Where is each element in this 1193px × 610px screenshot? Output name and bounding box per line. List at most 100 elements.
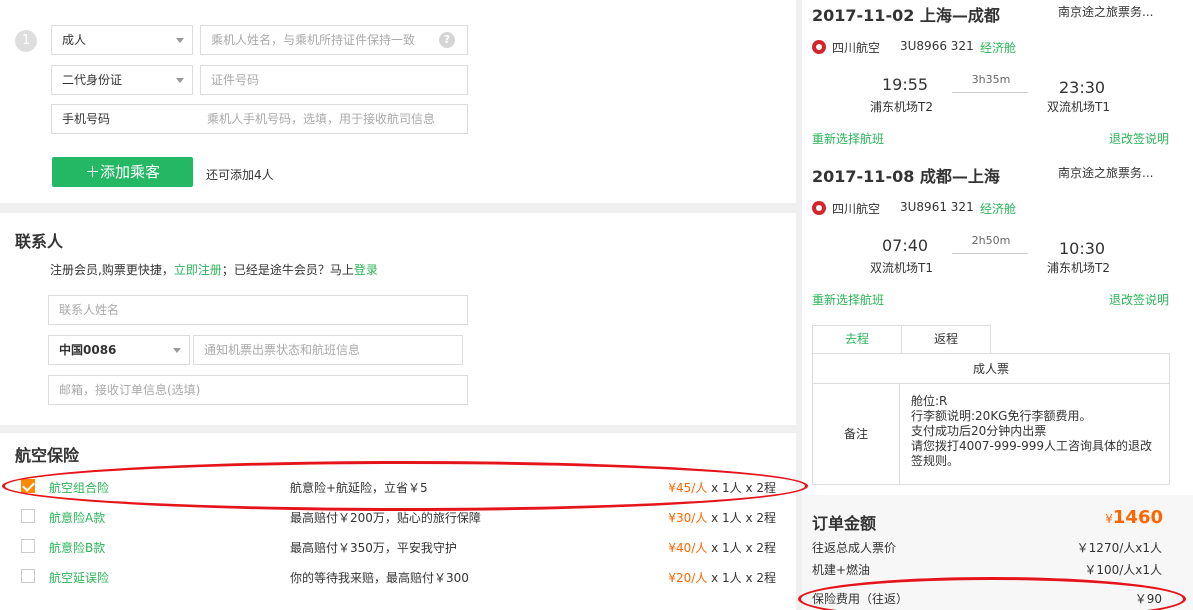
return-policy-link[interactable]: 退改签说明 <box>1109 291 1169 308</box>
id-type-value: 二代身份证 <box>62 73 123 87</box>
passenger-name-input[interactable]: 乘机人姓名，与乘机所持证件保持一致 ? <box>200 25 468 55</box>
outbound-agency: 南京途之旅票务... <box>1058 5 1154 19</box>
login-hint-text: 注册会员,购票更快捷， <box>50 263 174 277</box>
contact-panel: 联系人 注册会员,购票更快捷，立即注册；已经是途牛会员？马上登录 联系人姓名 中… <box>0 213 796 425</box>
id-number-input[interactable]: 证件号码 <box>200 65 468 95</box>
return-aircraft: 321 <box>950 200 974 214</box>
insurance-name[interactable]: 航空组合险 <box>49 479 109 496</box>
contact-name-input[interactable]: 联系人姓名 <box>48 295 468 325</box>
fee-label: 保险费用（往返） <box>812 592 909 606</box>
tab-outbound[interactable]: 去程 <box>812 325 902 354</box>
order-total-value: 1460 <box>1112 507 1163 528</box>
return-cabin: 经济舱 <box>980 202 1017 216</box>
insurance-checkbox[interactable] <box>21 509 35 523</box>
insurance-qty: x 1人 x 2程 <box>707 541 776 555</box>
ticket-type-header: 成人票 <box>813 354 1169 384</box>
insurance-panel: 航空保险 航空组合险 航意险+航延险，立省￥5 ¥45/人 x 1人 x 2程 … <box>0 433 796 610</box>
insurance-price: ¥45/人 x 1人 x 2程 <box>668 479 776 496</box>
insurance-row[interactable]: 航意险A款 最高赔付￥200万，贴心的旅行保障 ¥30/人 x 1人 x 2程 <box>0 505 796 529</box>
insurance-desc: 你的等待我来赔，最高赔付￥300 <box>290 571 469 585</box>
order-total-title: 订单金额 <box>812 514 877 533</box>
order-total-amount: ¥1460 <box>1105 507 1163 528</box>
outbound-arr-airport: 双流机场T1 <box>1047 100 1110 114</box>
passenger-panel: 1 成人 乘机人姓名，与乘机所持证件保持一致 ? 二代身份证 证件号码 手机号码… <box>0 0 796 203</box>
chevron-down-icon <box>173 348 181 353</box>
insurance-name[interactable]: 航意险B款 <box>49 539 105 556</box>
insurance-checkbox-checked[interactable] <box>21 479 35 493</box>
insurance-desc: 最高赔付￥200万，贴心的旅行保障 <box>290 511 481 525</box>
login-hint: 注册会员,购票更快捷，立即注册；已经是途牛会员？马上登录 <box>50 261 378 278</box>
order-total-area: 订单金额 ¥1460 往返总成人票价 ￥1270/人x1人 机建+燃油 ￥100… <box>802 495 1193 610</box>
passenger-type-select[interactable]: 成人 <box>51 25 193 55</box>
outbound-airline: 四川航空 <box>832 41 881 55</box>
phone-label: 手机号码 <box>62 112 111 126</box>
email-input[interactable]: 邮箱，接收订单信息(选填) <box>48 375 468 405</box>
outbound-duration: 3h35m <box>971 73 1011 86</box>
add-passenger-button[interactable]: ＋添加乘客 <box>52 157 193 187</box>
insurance-unit-price: ¥40/人 <box>668 541 708 555</box>
outbound-duration-line <box>952 92 1028 93</box>
outbound-date-route: 2017-11-02 上海—成都 <box>812 6 1000 25</box>
passenger-index-badge: 1 <box>15 30 37 52</box>
insurance-desc: 航意险+航延险，立省￥5 <box>290 481 428 495</box>
remark-line: 行李额说明:20KG免行李额费用。 <box>911 409 1092 423</box>
return-reselect-link[interactable]: 重新选择航班 <box>812 291 884 308</box>
contact-title: 联系人 <box>15 232 64 251</box>
insurance-title: 航空保险 <box>15 446 80 465</box>
insurance-checkbox[interactable] <box>21 569 35 583</box>
country-code-select[interactable]: 中国0086 <box>48 335 190 365</box>
remark-content: 舱位:R 行李额说明:20KG免行李额费用。 支付成功后20分钟内出票 请您拨打… <box>911 394 1163 469</box>
insurance-row[interactable]: 航空组合险 航意险+航延险，立省￥5 ¥45/人 x 1人 x 2程 <box>0 475 796 499</box>
remark-line: 舱位:R <box>911 394 948 408</box>
outbound-flight-number: 3U8966 321 <box>900 39 974 53</box>
sichuan-airlines-logo-icon <box>812 40 826 54</box>
passenger-name-placeholder: 乘机人姓名，与乘机所持证件保持一致 <box>211 33 416 47</box>
insurance-qty: x 1人 x 2程 <box>707 481 776 495</box>
outbound-reselect-link[interactable]: 重新选择航班 <box>812 130 884 147</box>
return-arr-time: 10:30 <box>1059 239 1106 258</box>
return-airline: 四川航空 <box>832 202 881 216</box>
fee-label: 机建+燃油 <box>812 563 871 577</box>
insurance-name[interactable]: 航意险A款 <box>49 509 105 526</box>
insurance-qty: x 1人 x 2程 <box>707 571 776 585</box>
insurance-checkbox[interactable] <box>21 539 35 553</box>
outbound-dep-airport: 浦东机场T2 <box>870 100 933 114</box>
add-passenger-label: 添加乘客 <box>100 163 161 181</box>
insurance-row[interactable]: 航意险B款 最高赔付￥350万，平安我守护 ¥40/人 x 1人 x 2程 <box>0 535 796 559</box>
outbound-policy-link[interactable]: 退改签说明 <box>1109 130 1169 147</box>
fee-value: ￥90 <box>1134 592 1162 606</box>
remark-label: 备注 <box>813 384 900 484</box>
fee-value: ￥100/人x1人 <box>1084 563 1162 577</box>
return-dep-time: 07:40 <box>882 236 929 255</box>
remark-line: 支付成功后20分钟内出票 <box>911 424 1047 438</box>
insurance-row[interactable]: 航空延误险 你的等待我来赔，最高赔付￥300 ¥20/人 x 1人 x 2程 <box>0 565 796 589</box>
passenger-phone-input[interactable]: 手机号码 乘机人手机号码，选填，用于接收航司信息 <box>51 104 468 134</box>
insurance-price: ¥30/人 x 1人 x 2程 <box>668 509 776 526</box>
login-link[interactable]: 登录 <box>354 263 378 277</box>
contact-phone-input[interactable]: 通知机票出票状态和航班信息 <box>193 335 463 365</box>
insurance-name[interactable]: 航空延误险 <box>49 569 109 586</box>
fee-label: 往返总成人票价 <box>812 541 897 555</box>
help-icon[interactable]: ? <box>439 32 455 48</box>
booking-form: 1 成人 乘机人姓名，与乘机所持证件保持一致 ? 二代身份证 证件号码 手机号码… <box>0 0 796 610</box>
passenger-type-value: 成人 <box>62 33 87 47</box>
fee-row: 机建+燃油 ￥100/人x1人 <box>812 561 1162 578</box>
register-link[interactable]: 立即注册 <box>174 263 222 277</box>
order-summary: 2017-11-02 上海—成都 南京途之旅票务... 四川航空 3U8966 … <box>802 0 1193 610</box>
country-code-value: 中国0086 <box>59 343 117 357</box>
fee-row: 往返总成人票价 ￥1270/人x1人 <box>812 539 1162 556</box>
insurance-unit-price: ¥30/人 <box>668 511 708 525</box>
contact-phone-placeholder: 通知机票出票状态和航班信息 <box>204 343 361 357</box>
phone-placeholder: 乘机人手机号码，选填，用于接收航司信息 <box>207 112 436 126</box>
insurance-price: ¥20/人 x 1人 x 2程 <box>668 569 776 586</box>
insurance-unit-price: ¥45/人 <box>668 481 708 495</box>
chevron-down-icon <box>176 38 184 43</box>
outbound-arr-time: 23:30 <box>1059 78 1106 97</box>
add-passenger-hint: 还可添加4人 <box>206 168 274 182</box>
return-dep-airport: 双流机场T1 <box>870 261 933 275</box>
id-type-select[interactable]: 二代身份证 <box>51 65 193 95</box>
id-number-placeholder: 证件号码 <box>211 73 260 87</box>
tab-return[interactable]: 返程 <box>901 325 991 354</box>
contact-name-placeholder: 联系人姓名 <box>59 303 120 317</box>
chevron-down-icon <box>176 78 184 83</box>
